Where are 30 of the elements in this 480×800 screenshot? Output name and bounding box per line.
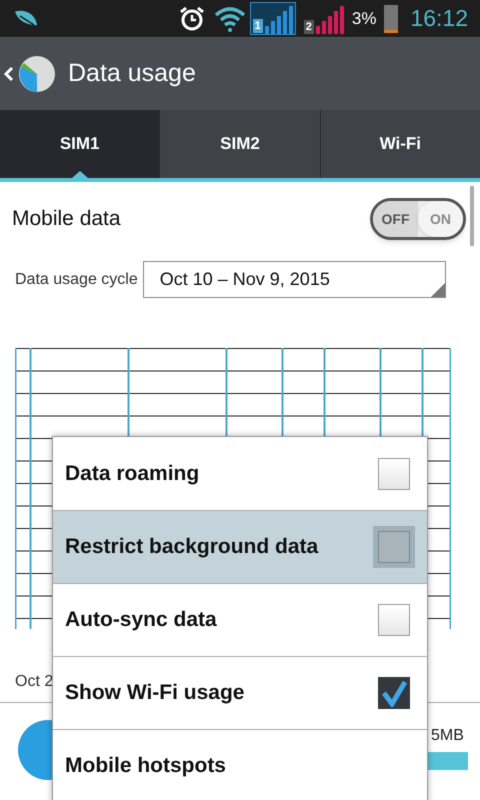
cycle-dropdown[interactable]: Oct 10 – Nov 9, 2015 [142,261,446,298]
battery-icon [384,4,398,32]
usage-amount: 5MB [431,726,464,746]
tab[interactable]: Wi-Fi [320,110,480,178]
screen-title: Data usage [68,58,196,90]
setting-label: Data usage cycle [15,270,138,290]
date-label: Oct 2 [15,672,54,692]
sim1-badge: 1 [252,19,263,33]
checkbox[interactable] [378,604,410,636]
wifi-icon [214,6,246,32]
menu-item[interactable]: Auto-sync data [53,583,427,656]
alarm-clock-icon [178,4,206,32]
pie-chart-icon [18,55,56,93]
menu-item[interactable]: Mobile hotspots [53,729,427,800]
menu-item[interactable]: Show Wi-Fi usage [53,656,427,729]
battery-percent: 3% [352,8,376,30]
tab[interactable]: SIM2 [159,110,320,178]
setting-label: Mobile data [12,206,121,232]
checkbox[interactable] [378,458,410,490]
scrollbar [470,186,474,246]
checkbox[interactable] [378,677,410,709]
tab[interactable]: SIM1 [0,110,160,178]
clock-time: 16:12 [410,4,468,34]
sim2-badge: 2 [304,20,314,34]
mobile-data-toggle[interactable]: OFF ON [370,198,466,240]
up-button[interactable] [4,55,56,93]
back-icon [4,66,14,82]
check-icon [380,679,408,707]
menu-item[interactable]: Data roaming [53,437,427,510]
menu-item[interactable]: Restrict background data [53,510,427,583]
